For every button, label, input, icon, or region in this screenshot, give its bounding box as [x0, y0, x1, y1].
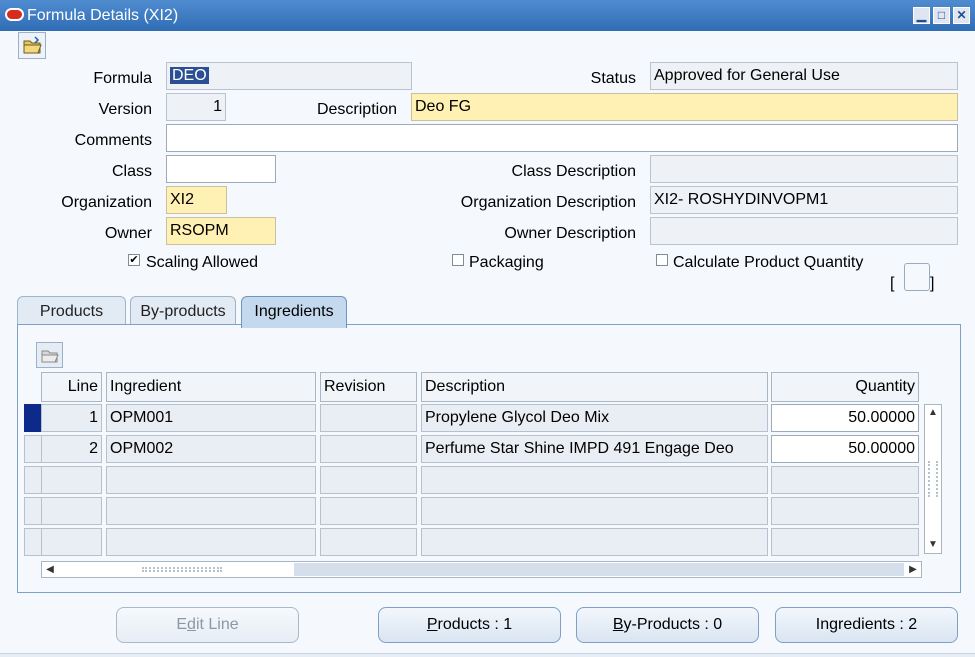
scaling-allowed-label: Scaling Allowed: [146, 254, 259, 271]
tab-by-products[interactable]: By-products: [130, 296, 236, 327]
maximize-icon[interactable]: □: [933, 7, 950, 24]
formula-value: DEO: [170, 67, 209, 84]
table-cell-revision[interactable]: [320, 466, 417, 494]
formula-label: Formula: [93, 70, 152, 87]
table-cell-line[interactable]: 2: [41, 435, 102, 463]
packaging-label: Packaging: [469, 254, 544, 271]
tab-ingredients[interactable]: Ingredients: [241, 296, 347, 328]
table-cell-description[interactable]: Propylene Glycol Deo Mix: [421, 404, 768, 432]
organization-label: Organization: [61, 194, 152, 211]
table-cell-revision[interactable]: [320, 404, 417, 432]
horizontal-scrollbar[interactable]: ◀ ▶: [41, 561, 922, 578]
description-label: Description: [316, 101, 397, 118]
table-cell-ingredient[interactable]: [106, 497, 316, 525]
table-cell-description[interactable]: [421, 466, 768, 494]
owner-field[interactable]: RSOPM: [166, 217, 276, 245]
minimize-icon[interactable]: ▁: [913, 7, 930, 24]
open-folder-button[interactable]: [18, 32, 46, 59]
organization-field[interactable]: XI2: [166, 186, 227, 214]
organization-description-label: Organization Description: [460, 194, 636, 211]
row-selector[interactable]: [24, 528, 42, 556]
horizontal-scroll-grip[interactable]: [142, 567, 222, 572]
table-cell-ingredient[interactable]: OPM002: [106, 435, 316, 463]
title-bar: Formula Details (XI2) ▁ □ ✕: [0, 0, 975, 31]
table-cell-line[interactable]: 1: [41, 404, 102, 432]
column-header-revision: Revision: [320, 372, 417, 402]
version-label: Version: [98, 101, 152, 118]
window-bottom-edge: [0, 653, 975, 657]
row-selector[interactable]: [24, 404, 42, 432]
table-cell-quantity[interactable]: [771, 528, 919, 556]
row-selector[interactable]: [24, 435, 42, 463]
horizontal-scroll-track[interactable]: [294, 563, 904, 576]
table-cell-description[interactable]: [421, 528, 768, 556]
tab-products[interactable]: Products: [17, 296, 126, 327]
status-field: Approved for General Use: [650, 62, 958, 90]
organization-description-field: XI2- ROSHYDINVOPM1: [650, 186, 958, 214]
class-description-label: Class Description: [511, 163, 636, 180]
owner-description-field: [650, 217, 958, 245]
folder-icon: [23, 36, 42, 54]
packaging-checkbox[interactable]: [452, 254, 464, 266]
column-header-ingredient: Ingredient: [106, 372, 316, 402]
close-icon[interactable]: ✕: [953, 7, 970, 24]
class-label: Class: [111, 163, 152, 180]
edit-line-button[interactable]: Edit Line: [116, 607, 299, 643]
calculate-product-quantity-checkbox[interactable]: [656, 254, 668, 266]
table-cell-revision[interactable]: [320, 497, 417, 525]
panel-open-button[interactable]: [36, 342, 63, 368]
scaling-allowed-checkbox[interactable]: ✔: [128, 254, 140, 266]
row-selector[interactable]: [24, 466, 42, 494]
table-cell-ingredient[interactable]: [106, 528, 316, 556]
table-cell-revision[interactable]: [320, 435, 417, 463]
window-title: Formula Details (XI2): [27, 7, 179, 24]
class-description-field: [650, 155, 958, 183]
scroll-right-icon[interactable]: ▶: [905, 562, 921, 577]
comments-label: Comments: [74, 132, 152, 149]
table-cell-ingredient[interactable]: [106, 466, 316, 494]
table-cell-quantity[interactable]: 50.00000: [771, 404, 919, 432]
scroll-up-icon[interactable]: ▲: [925, 405, 941, 421]
by-products-button[interactable]: By-Products : 0: [576, 607, 759, 643]
table-cell-description[interactable]: Perfume Star Shine IMPD 491 Engage Deo: [421, 435, 768, 463]
row-selector[interactable]: [24, 497, 42, 525]
table-cell-description[interactable]: [421, 497, 768, 525]
formula-field[interactable]: DEO: [166, 62, 412, 90]
table-cell-quantity[interactable]: 50.00000: [771, 435, 919, 463]
class-field[interactable]: [166, 155, 276, 183]
vertical-scrollbar[interactable]: ▲ ▼: [924, 404, 942, 554]
table-cell-revision[interactable]: [320, 528, 417, 556]
table-cell-quantity[interactable]: [771, 497, 919, 525]
status-label: Status: [590, 70, 636, 87]
column-header-line: Line: [41, 372, 102, 402]
oracle-logo-icon: [5, 8, 24, 21]
descriptive-flexfield[interactable]: [904, 263, 930, 291]
table-cell-ingredient[interactable]: OPM001: [106, 404, 316, 432]
flexfield-bracket-open: [: [890, 275, 895, 292]
table-cell-quantity[interactable]: [771, 466, 919, 494]
owner-label: Owner: [104, 225, 152, 242]
folder-icon: [41, 350, 59, 363]
owner-description-label: Owner Description: [504, 225, 636, 242]
column-header-description: Description: [421, 372, 768, 402]
calculate-product-quantity-label: Calculate Product Quantity: [673, 254, 864, 271]
column-header-quantity: Quantity: [771, 372, 919, 402]
ingredients-button[interactable]: Ingredients : 2: [775, 607, 958, 643]
table-cell-line[interactable]: [41, 528, 102, 556]
table-cell-line[interactable]: [41, 497, 102, 525]
comments-field[interactable]: [166, 124, 958, 152]
scroll-thumb[interactable]: [928, 461, 938, 497]
products-button[interactable]: Products : 1: [378, 607, 561, 643]
description-field[interactable]: Deo FG: [411, 93, 958, 121]
scroll-left-icon[interactable]: ◀: [42, 562, 58, 577]
scroll-down-icon[interactable]: ▼: [925, 537, 941, 553]
version-field: 1: [166, 93, 226, 121]
table-cell-line[interactable]: [41, 466, 102, 494]
flexfield-bracket-close: ]: [930, 275, 935, 292]
